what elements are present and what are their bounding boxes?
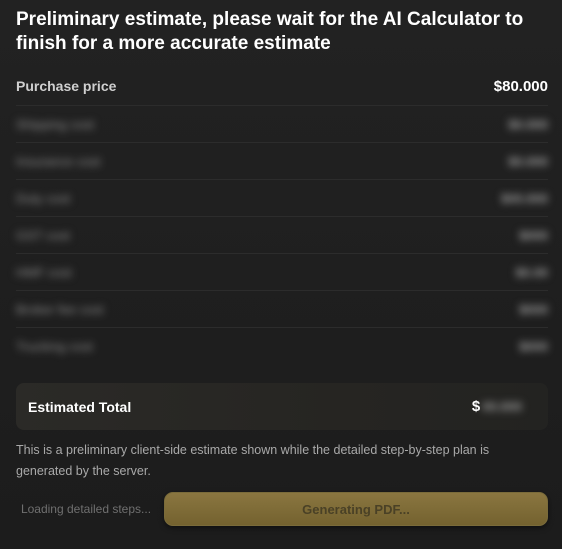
cost-row-value: $80.000: [493, 78, 548, 95]
footer-bar: Loading detailed steps... Generating PDF…: [16, 492, 548, 526]
estimated-total-box: Estimated Total $ 00.000: [16, 383, 548, 430]
cost-row-label: Purchase price: [16, 78, 117, 94]
preliminary-note: This is a preliminary client-side estima…: [16, 443, 490, 478]
cost-row-blurred: Insurance cost $0.000: [16, 143, 548, 180]
currency-symbol: $: [471, 398, 481, 415]
estimated-total-amount: 00.000: [482, 399, 522, 414]
cost-row-value: $0.000: [508, 116, 548, 132]
cost-row-value: $000: [519, 339, 548, 354]
cost-row-label: GST cost: [16, 227, 70, 243]
cost-row-label: Shipping cost: [16, 116, 95, 132]
cost-row-label: Duty cost: [16, 190, 71, 206]
loading-status: Loading detailed steps...: [20, 501, 152, 516]
cost-row-value: $000: [519, 301, 548, 317]
cost-row-label: HMF cost: [16, 264, 72, 280]
cost-breakdown-list: Purchase price $80.000 Shipping cost $0.…: [16, 76, 548, 365]
cost-row-blurred: Duty cost $00.000: [16, 180, 548, 217]
cost-row-value: $0.000: [508, 153, 548, 169]
cost-row-label: Insurance cost: [16, 153, 101, 169]
cost-row-blurred: Trucking cost $000: [16, 328, 548, 365]
estimate-panel: Preliminary estimate, please wait for th…: [0, 0, 562, 549]
cost-row-blurred: GST cost $000: [16, 217, 548, 254]
cost-row-value: $0.00: [515, 264, 548, 280]
cost-row-blurred: HMF cost $0.00: [16, 254, 548, 291]
cost-row-purchase-price: Purchase price $80.000: [16, 76, 548, 106]
cost-row-blurred: Broker fee cost $000: [16, 291, 548, 328]
cost-row-label: Trucking cost: [16, 339, 93, 354]
cost-row-blurred: Shipping cost $0.000: [16, 106, 548, 143]
estimated-total-label: Estimated Total: [28, 398, 132, 415]
estimated-total-value: $ 00.000: [472, 398, 522, 415]
cost-row-value: $00.000: [501, 190, 548, 206]
cost-row-value: $000: [519, 227, 548, 243]
cost-row-label: Broker fee cost: [16, 301, 104, 317]
generate-pdf-button[interactable]: Generating PDF...: [164, 492, 548, 526]
estimate-title: Preliminary estimate, please wait for th…: [16, 9, 524, 54]
